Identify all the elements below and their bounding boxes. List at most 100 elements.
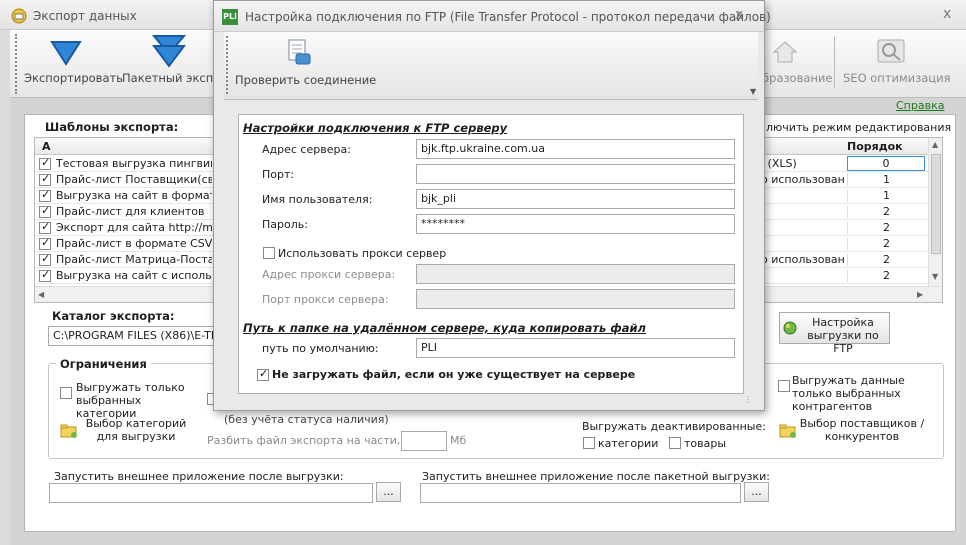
run-after-batch-field[interactable] (420, 483, 741, 503)
password-label: Пароль: (262, 218, 308, 231)
proxy-address-field (416, 264, 735, 284)
only-categories-label[interactable]: Выгружать только выбранных категории (76, 381, 196, 420)
ftp-dialog: PLi Настройка подключения по FTP (File T… (213, 0, 771, 411)
server-address-field[interactable]: bjk.ftp.ukraine.com.ua (416, 139, 735, 159)
column-order-header[interactable]: Порядок (847, 140, 903, 153)
run-after-label: Запустить внешнее приложение после выгру… (54, 470, 344, 483)
batch-export-button[interactable]: Пакетный экспо (120, 34, 220, 94)
row-enabled-checkbox[interactable] (39, 172, 51, 186)
row-name: Прайс-лист Матрица-Поставщ (56, 253, 212, 266)
use-proxy-label[interactable]: Использовать прокси сервер (278, 247, 446, 260)
port-field[interactable] (416, 164, 735, 184)
run-after-browse-button[interactable]: ... (376, 482, 401, 502)
port-label: Порт: (262, 168, 295, 181)
row-enabled-checkbox[interactable] (39, 236, 51, 250)
ftp-settings-button[interactable]: Настройка выгрузки по FTP (779, 312, 890, 355)
row-order: 2 (847, 253, 925, 266)
templates-heading: Шаблоны экспорта: (45, 120, 179, 134)
default-path-field[interactable]: PLI (416, 338, 735, 358)
row-enabled-checkbox[interactable] (39, 220, 51, 234)
server-label: Адрес сервера: (262, 143, 351, 156)
resize-grip-icon[interactable]: ⋮ (744, 395, 752, 404)
export-button[interactable]: Экспортировать (22, 34, 123, 94)
catalog-path-field[interactable]: C:\PROGRAM FILES (X86)\E-TRA (48, 326, 214, 346)
split-unit: Мб (450, 434, 467, 447)
deactivated-categories-checkbox[interactable] (583, 437, 595, 449)
row-name: Прайс-лист в формате CSV (56, 237, 212, 250)
row-enabled-checkbox[interactable] (39, 252, 51, 266)
only-contractors-label[interactable]: Выгружать данные только выбранных контра… (792, 374, 937, 413)
toolbar-separator (834, 36, 835, 88)
scroll-down-icon[interactable]: ▼ (932, 272, 938, 281)
suppliers-folder-icon (779, 424, 796, 438)
select-categories-button[interactable]: Выбор категорий для выгрузки (76, 417, 196, 443)
row-order: 2 (847, 269, 925, 282)
no-overwrite-checkbox[interactable] (257, 367, 269, 381)
row-format: о использования (761, 173, 845, 186)
seo-button[interactable]: SEO оптимизация (840, 34, 951, 94)
run-after-field[interactable] (49, 483, 373, 503)
row-order: 0 (847, 156, 925, 171)
run-after-batch-browse-button[interactable]: ... (744, 482, 769, 502)
row-enabled-checkbox[interactable] (39, 268, 51, 282)
row-format: о использования (761, 253, 845, 266)
select-suppliers-button[interactable]: Выбор поставщиков / конкурентов (797, 417, 927, 443)
only-contractors-checkbox[interactable] (778, 380, 790, 392)
deactivated-goods-label[interactable]: товары (684, 437, 726, 450)
username-field[interactable]: bjk_pli (416, 189, 735, 209)
row-name: Выгрузка на сайт в формате E (56, 189, 212, 202)
app-icon (11, 8, 27, 24)
check-connection-button[interactable]: Проверить соединение (232, 36, 376, 96)
double-arrow-down-icon (152, 35, 186, 68)
row-format: l (XLS) (761, 157, 845, 170)
scroll-right-icon[interactable]: ▶ (917, 290, 923, 299)
no-overwrite-label[interactable]: Не загружать файл, если он уже существуе… (272, 368, 635, 381)
row-name: Выгрузка на сайт с использова (56, 269, 212, 282)
run-after-batch-label: Запустить внешнее приложение после пакет… (422, 470, 770, 483)
stock-note: (без учёта статуса наличия) (224, 413, 389, 426)
scroll-up-icon[interactable]: ▲ (932, 140, 938, 149)
ftp-toolbar-grip (226, 36, 228, 94)
main-close-icon[interactable]: x (943, 6, 951, 22)
deactivated-categories-label[interactable]: категории (598, 437, 658, 450)
password-field[interactable]: ******** (416, 214, 735, 234)
column-a-header[interactable]: A (42, 140, 51, 153)
house-icon (772, 41, 798, 63)
split-size-field[interactable] (401, 431, 447, 451)
path-section-heading: Путь к папке на удалённом сервере, куда … (243, 321, 646, 335)
row-name: Экспорт для сайта http://mark (56, 221, 212, 234)
ftp-dialog-close-icon[interactable]: x (735, 7, 743, 23)
arrow-down-icon (50, 41, 82, 66)
use-proxy-checkbox[interactable] (263, 247, 275, 259)
seo-magnifier-icon (877, 39, 905, 63)
batch-export-label: Пакетный экспо (122, 71, 221, 85)
grid-vertical-scrollbar[interactable]: ▲ ▼ (928, 138, 942, 286)
image-conversion-button[interactable]: бразование (762, 34, 832, 94)
deactivated-label: Выгружать деактивированные: (582, 420, 766, 433)
scroll-thumb[interactable] (931, 154, 941, 254)
row-enabled-checkbox[interactable] (39, 188, 51, 202)
restrictions-heading: Ограничения (56, 357, 151, 371)
row-enabled-checkbox[interactable] (39, 204, 51, 218)
row-name: Тестовая выгрузка пингвинов (56, 157, 212, 170)
only-categories-checkbox[interactable] (60, 387, 72, 399)
image-conversion-label: бразование (762, 71, 833, 85)
row-order: 1 (847, 173, 925, 186)
catalog-label: Каталог экспорта: (52, 309, 175, 323)
proxy-address-label: Адрес прокси сервера: (262, 268, 396, 281)
ftp-globe-icon (783, 321, 797, 335)
scroll-left-icon[interactable]: ◀ (38, 290, 44, 299)
connection-section-heading: Настройки подключения к FTP серверу (243, 121, 508, 135)
deactivated-goods-checkbox[interactable] (669, 437, 681, 449)
toolbar-overflow-icon[interactable]: ▼ (750, 87, 756, 96)
help-link[interactable]: Справка (896, 99, 944, 112)
main-window-title: Экспорт данных (33, 9, 137, 23)
export-label: Экспортировать (24, 71, 123, 85)
row-enabled-checkbox[interactable] (39, 156, 51, 170)
ftp-dialog-title-bar: PLi Настройка подключения по FTP (File T… (214, 1, 771, 32)
pli-logo-text: PLi (223, 12, 237, 21)
row-name: Прайс-лист Поставщики(сводн (56, 173, 212, 186)
check-connection-icon (288, 39, 311, 65)
edit-mode-label[interactable]: лючить режим редактирования (766, 121, 951, 134)
pli-logo-icon: PLi (222, 9, 238, 25)
